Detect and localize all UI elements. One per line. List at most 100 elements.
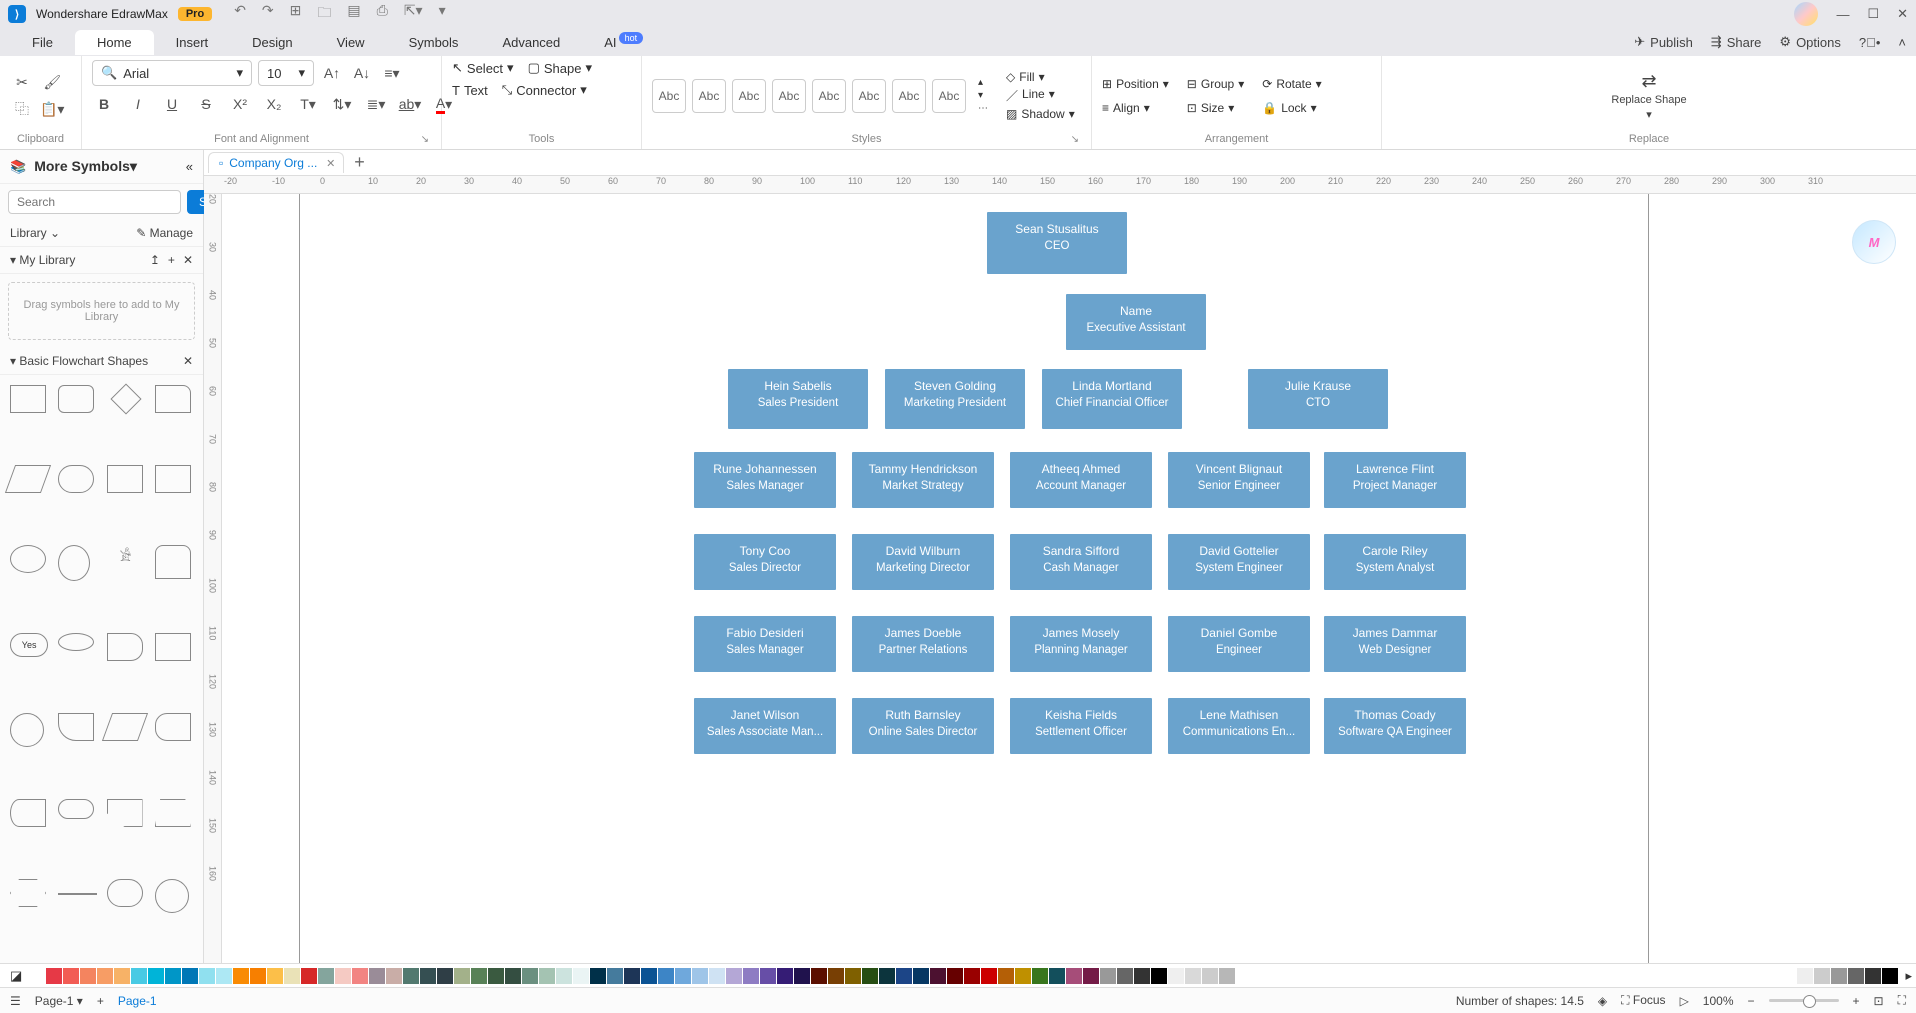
color-swatch[interactable] xyxy=(1219,968,1235,984)
color-swatch[interactable] xyxy=(148,968,164,984)
superscript-icon[interactable]: X² xyxy=(228,92,252,116)
org-node[interactable]: Julie KrauseCTO xyxy=(1248,369,1388,429)
align-dropdown[interactable]: ≡ Align▾ xyxy=(1102,101,1169,115)
org-node[interactable]: Atheeq AhmedAccount Manager xyxy=(1010,452,1152,508)
page-selector[interactable]: Page-1 ▾ xyxy=(35,994,83,1008)
color-swatch[interactable] xyxy=(1814,968,1830,984)
color-swatch[interactable] xyxy=(794,968,810,984)
color-swatch[interactable] xyxy=(556,968,572,984)
layers-icon[interactable]: ◈ xyxy=(1598,994,1607,1008)
color-swatch[interactable] xyxy=(267,968,283,984)
color-swatch[interactable] xyxy=(1066,968,1082,984)
color-swatch[interactable] xyxy=(811,968,827,984)
maximize-icon[interactable]: ☐ xyxy=(1867,6,1879,22)
color-swatch[interactable] xyxy=(1100,968,1116,984)
shape-person2[interactable] xyxy=(155,545,191,579)
color-swatch[interactable] xyxy=(1032,968,1048,984)
shape-pill2[interactable] xyxy=(107,879,143,907)
color-swatch[interactable] xyxy=(539,968,555,984)
close-section-icon[interactable]: ✕ xyxy=(183,253,193,267)
style-preset[interactable]: Abc xyxy=(692,79,726,113)
style-preset[interactable]: Abc xyxy=(772,79,806,113)
my-library-toggle[interactable]: ▾ My Library xyxy=(10,253,75,267)
org-node[interactable]: Carole RileySystem Analyst xyxy=(1324,534,1466,590)
color-swatch[interactable] xyxy=(471,968,487,984)
pages-view-icon[interactable]: ☰ xyxy=(10,994,21,1008)
org-node[interactable]: David WilburnMarketing Director xyxy=(852,534,994,590)
redo-icon[interactable]: ↷ xyxy=(262,2,274,26)
color-swatch[interactable] xyxy=(964,968,980,984)
color-swatch[interactable] xyxy=(46,968,62,984)
connector-tool[interactable]: ⤡Connector▾ xyxy=(502,82,587,98)
menu-design[interactable]: Design xyxy=(230,30,314,55)
font-size-select[interactable]: 10▾ xyxy=(258,60,314,86)
shape-display[interactable] xyxy=(155,713,191,741)
org-node[interactable]: Linda MortlandChief Financial Officer xyxy=(1042,369,1182,429)
color-swatch[interactable] xyxy=(1083,968,1099,984)
style-preset[interactable]: Abc xyxy=(852,79,886,113)
color-swatch[interactable] xyxy=(131,968,147,984)
color-swatch[interactable] xyxy=(913,968,929,984)
menu-advanced[interactable]: Advanced xyxy=(480,30,582,55)
style-preset[interactable]: Abc xyxy=(652,79,686,113)
search-input[interactable] xyxy=(8,190,181,214)
menu-file[interactable]: File xyxy=(10,30,75,55)
color-swatch[interactable] xyxy=(862,968,878,984)
menu-view[interactable]: View xyxy=(315,30,387,55)
zoom-level[interactable]: 100% xyxy=(1703,994,1734,1008)
org-node-ceo[interactable]: Sean StusalitusCEO xyxy=(987,212,1127,274)
zoom-in-button[interactable]: + xyxy=(1853,994,1860,1008)
menu-ai[interactable]: AIhot xyxy=(582,30,665,55)
options-button[interactable]: ⚙Options xyxy=(1779,34,1840,50)
align-text-icon[interactable]: ≡▾ xyxy=(380,61,404,85)
list-icon[interactable]: ≣▾ xyxy=(364,92,388,116)
group-dropdown[interactable]: ⊟ Group▾ xyxy=(1187,77,1244,91)
save-icon[interactable]: ▤ xyxy=(347,2,360,26)
export-icon[interactable]: ⇱▾ xyxy=(404,2,423,26)
shape-tape[interactable] xyxy=(10,799,46,827)
fill-dropdown[interactable]: ◇ Fill▾ xyxy=(1006,70,1075,84)
more-symbols-dropdown[interactable]: More Symbols▾ xyxy=(34,158,137,175)
collapse-panel-icon[interactable]: « xyxy=(186,159,193,174)
copy-icon[interactable]: ⿻ xyxy=(10,97,34,121)
italic-icon[interactable]: I xyxy=(126,92,150,116)
zoom-out-button[interactable]: − xyxy=(1748,994,1755,1008)
color-swatch[interactable] xyxy=(947,968,963,984)
library-drop-zone[interactable]: Drag symbols here to add to My Library xyxy=(8,282,195,340)
document-tab[interactable]: ▫ Company Org ... ✕ xyxy=(208,152,344,173)
fit-page-icon[interactable]: ⊡ xyxy=(1874,994,1884,1008)
gallery-down-icon[interactable]: ▾ xyxy=(978,90,988,101)
style-preset[interactable]: Abc xyxy=(892,79,926,113)
color-swatch[interactable] xyxy=(97,968,113,984)
canvas[interactable]: 2030405060708090100110120130140150160 xyxy=(204,194,1916,963)
close-section-icon[interactable]: ✕ xyxy=(183,354,193,368)
color-swatch[interactable] xyxy=(165,968,181,984)
color-swatch[interactable] xyxy=(1831,968,1847,984)
color-swatch[interactable] xyxy=(29,968,45,984)
lock-dropdown[interactable]: 🔒 Lock▾ xyxy=(1262,101,1321,115)
color-swatch[interactable] xyxy=(607,968,623,984)
size-dropdown[interactable]: ⊡ Size▾ xyxy=(1187,101,1244,115)
color-swatch[interactable] xyxy=(1185,968,1201,984)
org-node[interactable]: Ruth BarnsleyOnline Sales Director xyxy=(852,698,994,754)
shape-line[interactable] xyxy=(58,893,96,895)
color-swatch[interactable] xyxy=(692,968,708,984)
basic-shapes-toggle[interactable]: ▾ Basic Flowchart Shapes xyxy=(10,354,148,368)
color-swatch[interactable] xyxy=(1049,968,1065,984)
color-swatch[interactable] xyxy=(726,968,742,984)
highlight-icon[interactable]: ab▾ xyxy=(398,92,422,116)
color-swatch[interactable] xyxy=(1134,968,1150,984)
color-swatch[interactable] xyxy=(488,968,504,984)
color-more-icon[interactable]: ▸ xyxy=(1905,968,1912,984)
help-icon[interactable]: ?⃝• xyxy=(1859,35,1881,50)
color-swatch[interactable] xyxy=(1202,968,1218,984)
fill-indicator-icon[interactable]: ◪ xyxy=(10,968,22,984)
font-family-select[interactable]: 🔍Arial▾ xyxy=(92,60,252,86)
fullscreen-icon[interactable]: ⛶ xyxy=(1898,993,1906,1008)
open-icon[interactable]: 🗀 xyxy=(317,2,331,26)
new-icon[interactable]: ⊞ xyxy=(290,2,302,26)
org-node[interactable]: James MoselyPlanning Manager xyxy=(1010,616,1152,672)
case-icon[interactable]: T▾ xyxy=(296,92,320,116)
org-node[interactable]: Tony CooSales Director xyxy=(694,534,836,590)
color-swatch[interactable] xyxy=(573,968,589,984)
